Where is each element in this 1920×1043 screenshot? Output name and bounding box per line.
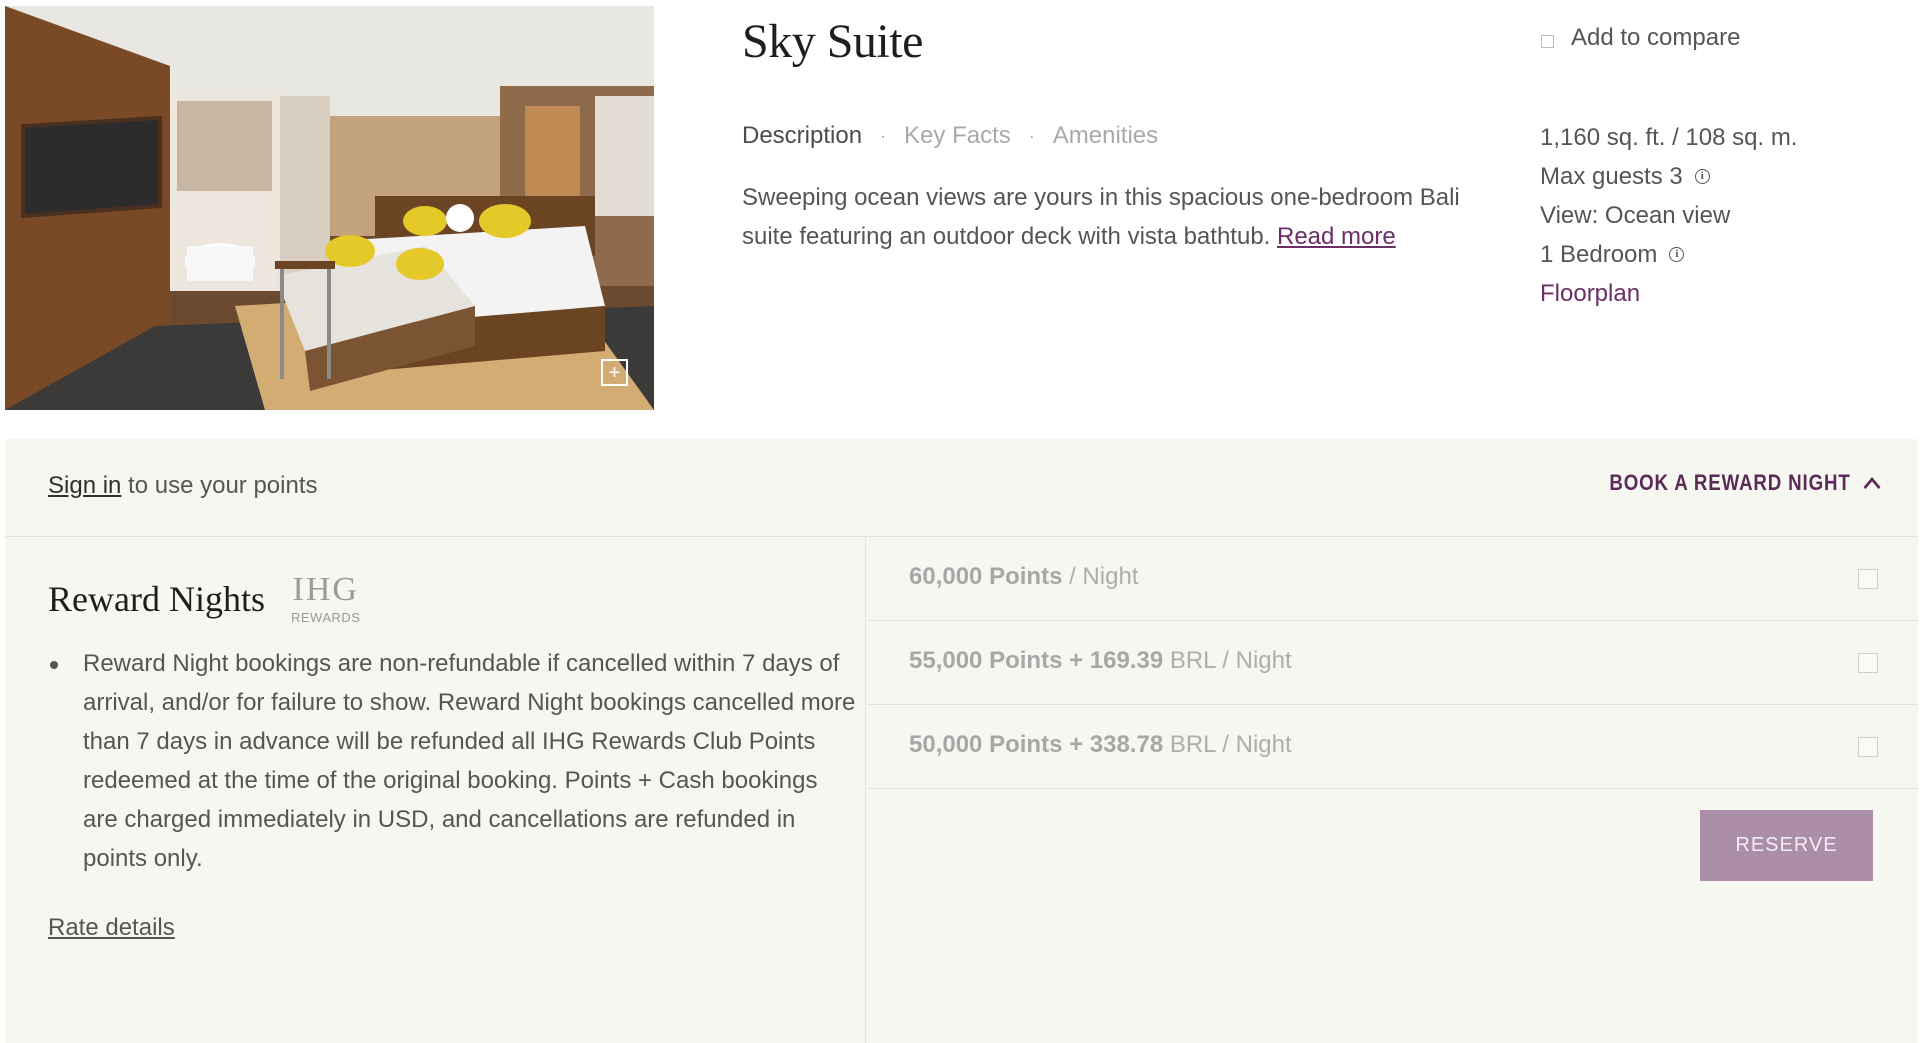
fact-size: 1,160 sq. ft. / 108 sq. m. <box>1540 118 1797 157</box>
info-icon[interactable]: i <box>1669 247 1685 262</box>
read-more-link[interactable]: Read more <box>1277 223 1396 250</box>
fact-bedrooms: 1 Bedroom i <box>1540 235 1797 274</box>
fact-floorplan: Floorplan <box>1540 274 1797 313</box>
tab-amenities[interactable]: Amenities <box>1053 122 1158 150</box>
reward-option-3[interactable]: 50,000 Points + 338.78 BRL / Night <box>867 705 1918 789</box>
ihg-logo-text: IHG <box>292 571 359 608</box>
room-photo[interactable]: + <box>5 6 654 410</box>
info-icon[interactable]: i <box>1694 169 1710 184</box>
reward-info-column: Reward Nights IHG REWARDS Reward Night b… <box>5 537 866 1043</box>
fact-max-guests: Max guests 3 i <box>1540 157 1797 196</box>
rate-details-link[interactable]: Rate details <box>48 914 175 942</box>
option-checkbox[interactable] <box>1858 653 1878 673</box>
sign-in-link[interactable]: Sign in <box>48 472 121 499</box>
book-reward-night-label: BOOK A REWARD NIGHT <box>1609 470 1851 495</box>
floorplan-link[interactable]: Floorplan <box>1540 274 1640 313</box>
compare-label: Add to compare <box>1571 24 1741 51</box>
reward-policy-item: Reward Night bookings are non-refundable… <box>50 644 858 878</box>
signin-suffix: to use your points <box>121 472 318 499</box>
reward-policy-list: Reward Night bookings are non-refundable… <box>48 644 858 878</box>
reserve-button[interactable]: RESERVE <box>1700 810 1873 881</box>
room-title: Sky Suite <box>742 15 923 68</box>
room-description: Sweeping ocean views are yours in this s… <box>742 178 1482 256</box>
room-facts: 1,160 sq. ft. / 108 sq. m. Max guests 3 … <box>1540 118 1797 313</box>
reward-panel: Sign in to use your points BOOK A REWARD… <box>5 439 1918 1043</box>
fact-bedrooms-text: 1 Bedroom <box>1540 241 1658 268</box>
signin-prompt: Sign in to use your points <box>48 472 318 500</box>
expand-image-icon[interactable]: + <box>601 359 628 386</box>
tab-separator: · <box>880 125 887 146</box>
reward-option-label: 50,000 Points + 338.78 BRL / Night <box>909 731 1292 759</box>
signin-bar: Sign in to use your points BOOK A REWARD… <box>5 439 1918 537</box>
reward-option-2[interactable]: 55,000 Points + 169.39 BRL / Night <box>867 621 1918 705</box>
option-unit: BRL / Night <box>1163 731 1292 758</box>
ihg-rewards-logo: IHG REWARDS <box>291 571 361 625</box>
room-tabs: Description · Key Facts · Amenities <box>742 122 1158 150</box>
option-unit: / Night <box>1062 563 1139 590</box>
option-checkbox[interactable] <box>1858 737 1878 757</box>
option-unit: BRL / Night <box>1163 647 1292 674</box>
fact-view: View: Ocean view <box>1540 196 1797 235</box>
tab-key-facts[interactable]: Key Facts <box>904 122 1011 150</box>
book-reward-night-toggle[interactable]: BOOK A REWARD NIGHT <box>1609 470 1881 497</box>
option-points: 60,000 Points <box>909 563 1063 590</box>
option-points: 55,000 Points + 169.39 <box>909 647 1164 674</box>
option-points: 50,000 Points + 338.78 <box>909 731 1164 758</box>
reward-option-1[interactable]: 60,000 Points / Night <box>867 537 1918 621</box>
fact-view-text: View: Ocean view <box>1540 202 1731 229</box>
reward-option-label: 60,000 Points / Night <box>909 563 1138 591</box>
rewards-logo-text: REWARDS <box>291 610 361 625</box>
fact-max-guests-text: Max guests 3 <box>1540 163 1683 190</box>
tab-separator: · <box>1028 125 1035 146</box>
reward-option-label: 55,000 Points + 169.39 BRL / Night <box>909 647 1292 675</box>
tab-description[interactable]: Description <box>742 122 862 150</box>
option-checkbox[interactable] <box>1858 569 1878 589</box>
compare-checkbox[interactable] <box>1541 34 1554 48</box>
chevron-up-icon <box>1863 477 1881 497</box>
reward-nights-title: Reward Nights <box>48 579 265 619</box>
add-to-compare[interactable]: Add to compare <box>1541 24 1740 52</box>
fact-size-text: 1,160 sq. ft. / 108 sq. m. <box>1540 124 1798 151</box>
